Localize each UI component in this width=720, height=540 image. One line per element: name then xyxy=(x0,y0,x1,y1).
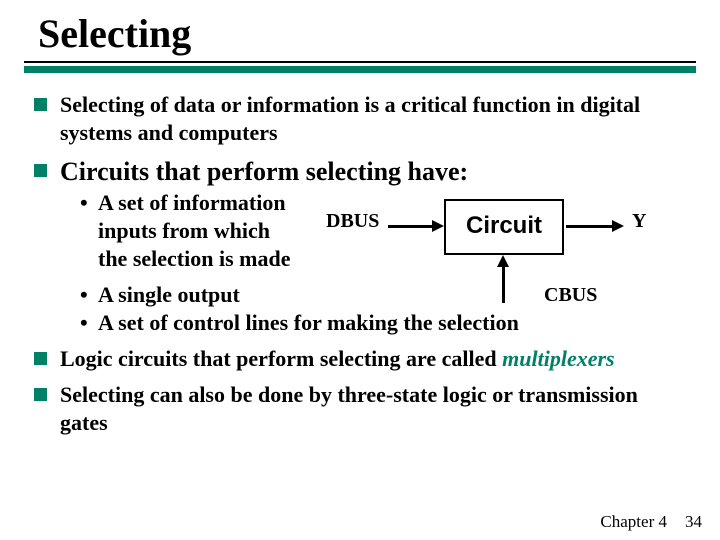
sub-bullet-list: A set of information inputs from which t… xyxy=(60,189,300,273)
slide: Selecting Selecting of data or informati… xyxy=(0,0,720,540)
square-bullet-icon xyxy=(34,388,47,401)
divider-thin xyxy=(24,61,696,63)
bullet-text: Logic circuits that perform selecting ar… xyxy=(60,346,502,371)
bullet-list: Selecting of data or information is a cr… xyxy=(34,91,690,437)
sub-bullet-item: A set of information inputs from which t… xyxy=(80,189,300,273)
footer-chapter: Chapter 4 xyxy=(600,512,667,532)
content: Selecting of data or information is a cr… xyxy=(24,91,696,437)
sub-bullet-list: A single output A set of control lines f… xyxy=(60,281,690,337)
emphasis-multiplexers: multiplexers xyxy=(502,346,614,371)
bullet-item: Circuits that perform selecting have: A … xyxy=(34,155,690,337)
bullet-text: Selecting of data or information is a cr… xyxy=(60,92,640,145)
diagram-label-y: Y xyxy=(632,209,646,235)
bullet-item: Selecting of data or information is a cr… xyxy=(34,91,690,147)
sub-bullet-text: A set of information inputs from which t… xyxy=(98,190,290,271)
sub-bullet-text: A single output xyxy=(98,282,240,307)
bullet-text: Circuits that perform selecting have: xyxy=(60,157,468,186)
footer: Chapter 4 34 xyxy=(600,512,702,532)
square-bullet-icon xyxy=(34,98,47,111)
sub-bullet-item: A single output xyxy=(80,281,690,309)
square-bullet-icon xyxy=(34,352,47,365)
sub-bullet-text: A set of control lines for making the se… xyxy=(98,310,519,335)
diagram-box: Circuit xyxy=(444,199,564,255)
divider-thick xyxy=(24,66,696,73)
bullet-item: Logic circuits that perform selecting ar… xyxy=(34,345,690,373)
diagram-label-dbus: DBUS xyxy=(326,209,379,235)
footer-page: 34 xyxy=(685,512,702,532)
square-bullet-icon xyxy=(34,164,47,177)
bullet-text: Selecting can also be done by three-stat… xyxy=(60,382,638,435)
bullet-item: Selecting can also be done by three-stat… xyxy=(34,381,690,437)
sub-bullet-item: A set of control lines for making the se… xyxy=(80,309,690,337)
slide-title: Selecting xyxy=(24,10,696,61)
